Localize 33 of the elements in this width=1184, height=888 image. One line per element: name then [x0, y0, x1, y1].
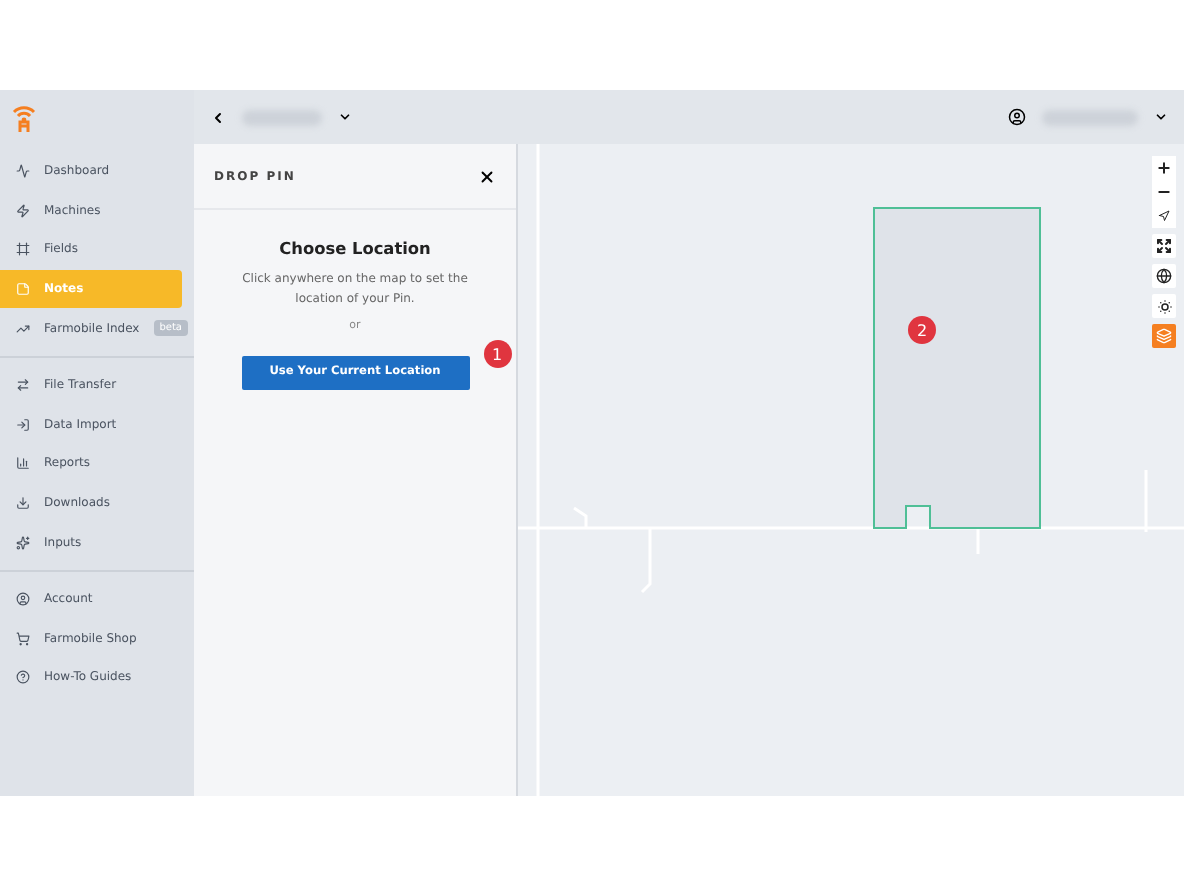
field-boundary[interactable]: [873, 207, 1041, 529]
compass-icon: [1158, 210, 1170, 222]
step-marker: 1: [483, 340, 511, 369]
note-icon: [16, 282, 30, 297]
cart-icon: [16, 631, 30, 646]
map[interactable]: 2: [518, 144, 1184, 796]
globe-button[interactable]: [1152, 264, 1176, 288]
frame-icon: [16, 242, 30, 257]
caret-icon[interactable]: [338, 110, 352, 124]
import-icon: [16, 417, 30, 432]
plus-icon: [1156, 160, 1172, 176]
transfer-icon: [16, 378, 30, 393]
bar-chart-icon: [16, 456, 30, 471]
close-icon[interactable]: [478, 167, 496, 185]
fullscreen-button[interactable]: [1152, 234, 1176, 258]
sparkle-icon: [16, 535, 30, 550]
user-icon[interactable]: [1008, 108, 1026, 126]
layers-icon: [1156, 328, 1172, 344]
lightning-icon: [16, 203, 30, 218]
weather-button[interactable]: [1152, 294, 1176, 318]
back-icon[interactable]: [210, 109, 226, 125]
caret-icon[interactable]: [1154, 110, 1168, 124]
zoom-in-button[interactable]: [1152, 156, 1176, 180]
panel-heading: Choose Location: [279, 238, 431, 258]
trend-icon: [16, 321, 30, 336]
sun-icon: [1155, 297, 1173, 315]
account-icon: [16, 592, 30, 607]
help-icon: [16, 670, 30, 685]
activity-icon: [16, 164, 30, 179]
globe-icon: [1156, 268, 1172, 284]
wifi-tower-logo: [12, 103, 36, 131]
fullscreen-icon: [1156, 238, 1172, 254]
download-icon: [16, 496, 30, 511]
